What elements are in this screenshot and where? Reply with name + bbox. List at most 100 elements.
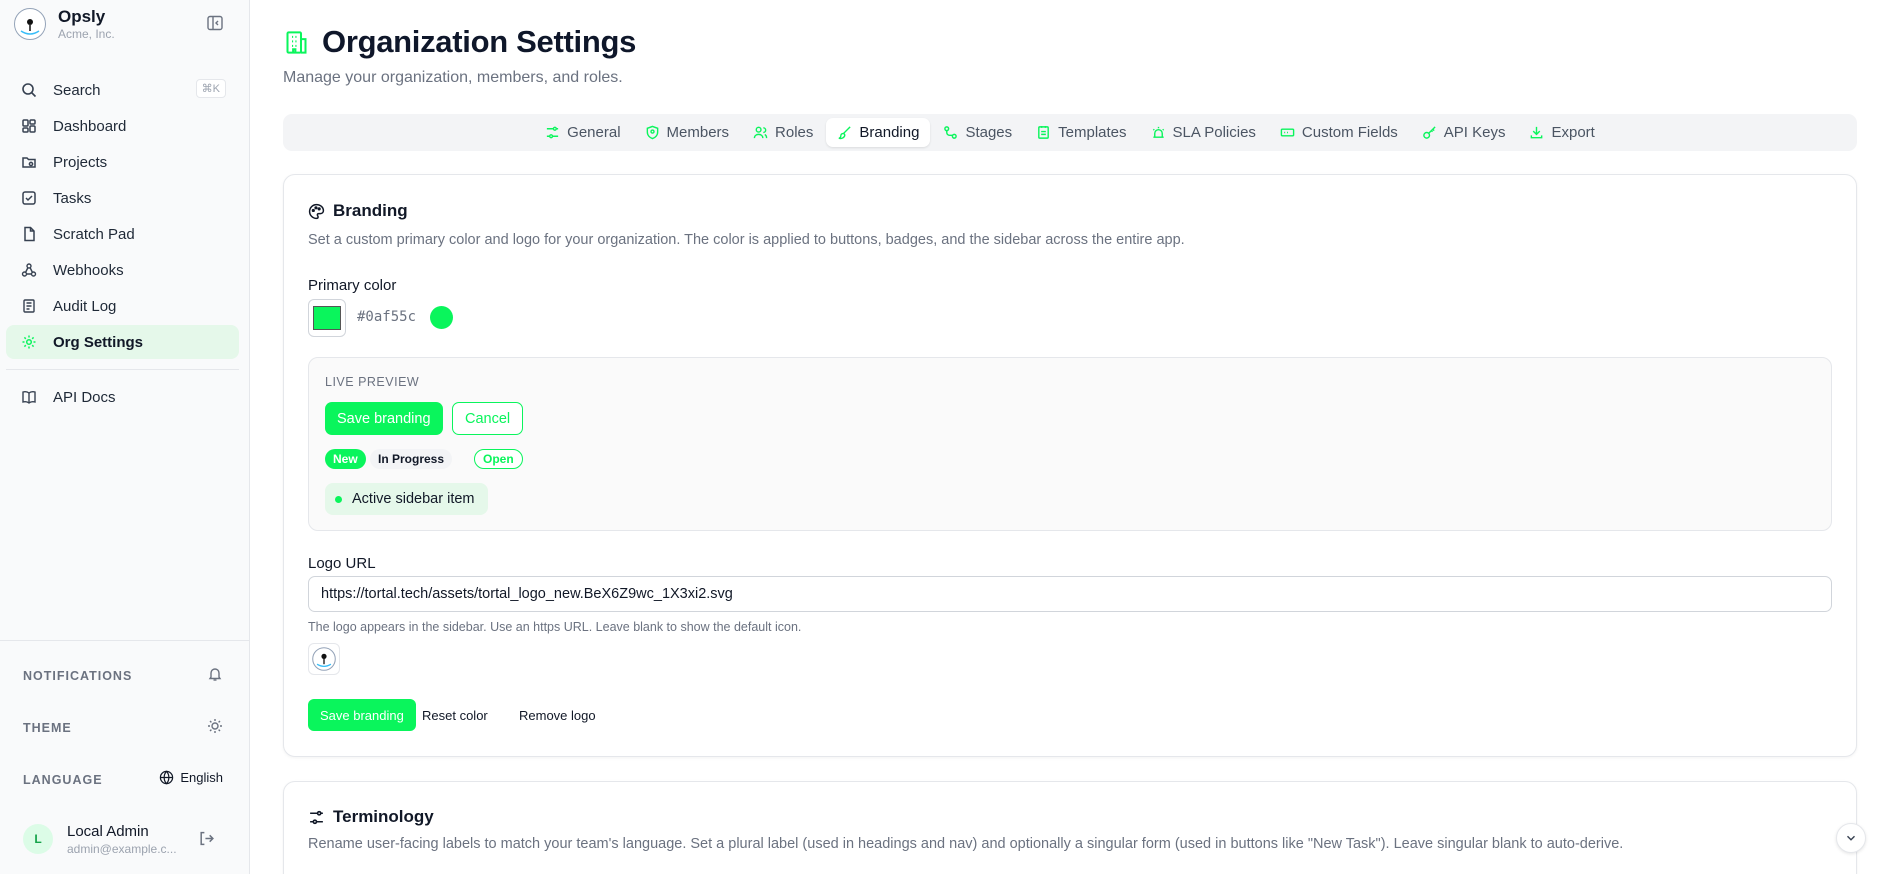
brand-logo-icon — [14, 8, 46, 40]
collapse-sidebar-icon[interactable] — [206, 14, 226, 34]
badge-in-progress: In Progress — [370, 449, 453, 469]
sidebar-item-scratch-pad[interactable]: Scratch Pad — [6, 217, 239, 251]
user-email: admin@example.c... — [67, 842, 177, 856]
preview-active-sidebar-item: Active sidebar item — [325, 483, 488, 515]
tab-label: Export — [1551, 124, 1595, 141]
color-picker[interactable] — [308, 299, 346, 337]
theme-label: THEME — [23, 721, 72, 735]
tab-label: SLA Policies — [1172, 124, 1256, 141]
sidebar-item-label: Projects — [53, 153, 108, 171]
language-select[interactable]: English — [159, 770, 223, 785]
download-icon — [1529, 125, 1544, 140]
key-icon — [1422, 125, 1437, 140]
tab-label: Stages — [965, 124, 1013, 141]
palette-icon — [308, 203, 325, 220]
active-dot — [335, 495, 342, 503]
tasks-icon — [19, 188, 39, 208]
bell-icon[interactable] — [207, 666, 223, 682]
shield-icon — [645, 125, 660, 140]
tab-templates[interactable]: Templates — [1025, 118, 1137, 147]
sidebar-item-projects[interactable]: Projects — [6, 145, 239, 179]
dashboard-icon — [19, 116, 39, 136]
branding-title: Branding — [333, 201, 408, 220]
tab-branding[interactable]: Branding — [826, 118, 931, 147]
tab-general[interactable]: General — [534, 118, 631, 147]
tab-label: General — [567, 124, 621, 141]
save-branding-button[interactable]: Save branding — [308, 699, 416, 731]
user-name: Local Admin — [67, 823, 149, 840]
alarm-icon — [1151, 125, 1166, 140]
sidebar-item-tasks[interactable]: Tasks — [6, 181, 239, 215]
sidebar-item-label: Dashboard — [53, 117, 127, 135]
input-field-icon — [1280, 125, 1295, 140]
live-preview-heading: LIVE PREVIEW — [325, 375, 420, 389]
stages-icon — [943, 125, 958, 140]
badge-open: Open — [474, 449, 523, 469]
tab-label: Members — [666, 124, 730, 141]
scroll-down-button[interactable] — [1836, 823, 1866, 853]
sidebar-item-label: Org Settings — [53, 333, 144, 351]
search-icon — [19, 80, 39, 100]
user-profile[interactable]: L Local Admin admin@example.c... — [23, 820, 233, 860]
brand[interactable]: Opsly Acme, Inc. — [14, 6, 236, 42]
sliders-icon — [308, 809, 325, 826]
tab-label: Roles — [775, 124, 814, 141]
sidebar-item-label: API Docs — [53, 388, 116, 406]
sidebar-item-audit-log[interactable]: Audit Log — [6, 289, 239, 323]
tab-custom-fields[interactable]: Custom Fields — [1269, 118, 1409, 147]
brand-name: Opsly — [58, 7, 106, 26]
tab-label: API Keys — [1443, 124, 1506, 141]
sidebar-item-webhooks[interactable]: Webhooks — [6, 253, 239, 287]
webhook-icon — [19, 260, 39, 280]
sidebar-item-search[interactable]: Search ⌘K — [6, 73, 239, 107]
avatar: L — [23, 824, 53, 854]
language-label: LANGUAGE — [23, 773, 103, 787]
sun-icon[interactable] — [207, 718, 223, 734]
tab-stages[interactable]: Stages — [932, 118, 1023, 147]
sidebar-item-label: Scratch Pad — [53, 225, 135, 243]
branding-card: Branding Set a custom primary color and … — [283, 174, 1857, 757]
main-content: Organization Settings Manage your organi… — [250, 0, 1888, 874]
page-header: Organization Settings — [283, 24, 636, 60]
tab-sla-policies[interactable]: SLA Policies — [1140, 118, 1267, 147]
page-title: Organization Settings — [322, 24, 637, 59]
reset-color-button[interactable]: Reset color — [412, 699, 498, 731]
building-icon — [283, 29, 310, 56]
brand-org: Acme, Inc. — [58, 27, 115, 41]
tab-label: Templates — [1058, 124, 1127, 141]
tab-export[interactable]: Export — [1518, 118, 1605, 147]
logo-preview — [308, 643, 340, 675]
nav-divider — [6, 369, 239, 370]
template-icon — [1036, 125, 1051, 140]
tab-members[interactable]: Members — [634, 118, 741, 147]
live-preview: LIVE PREVIEW Save branding Cancel New In… — [308, 357, 1832, 531]
preview-cancel-button[interactable]: Cancel — [452, 402, 524, 435]
sidebar-item-label: Webhooks — [53, 261, 124, 279]
sliders-icon — [545, 125, 560, 140]
users-icon — [753, 125, 768, 140]
search-shortcut: ⌘K — [195, 79, 226, 98]
terminology-description: Rename user-facing labels to match your … — [308, 836, 1624, 852]
active-item-label: Active sidebar item — [352, 491, 475, 507]
language-row: LANGUAGE English — [23, 768, 223, 792]
logo-hint: The logo appears in the sidebar. Use an … — [308, 620, 802, 634]
color-preview-dot — [430, 306, 453, 329]
tab-api-keys[interactable]: API Keys — [1411, 118, 1517, 147]
preview-save-button[interactable]: Save branding — [325, 402, 443, 435]
tab-roles[interactable]: Roles — [742, 118, 824, 147]
logo-url-input[interactable] — [308, 576, 1832, 612]
logo-preview-icon — [312, 647, 336, 671]
globe-icon — [159, 770, 174, 785]
color-hex-value: #0af55c — [357, 309, 417, 325]
gear-icon — [19, 332, 39, 352]
settings-tabs: General Members Roles Branding Stages Te… — [283, 114, 1857, 151]
brush-icon — [837, 125, 852, 140]
sidebar-item-dashboard[interactable]: Dashboard — [6, 109, 239, 143]
logout-icon[interactable] — [198, 830, 215, 852]
sidebar-item-org-settings[interactable]: Org Settings — [6, 325, 239, 359]
sidebar-item-api-docs[interactable]: API Docs — [6, 380, 239, 414]
audit-icon — [19, 296, 39, 316]
branding-heading: Branding — [308, 201, 408, 221]
remove-logo-button[interactable]: Remove logo — [509, 699, 606, 731]
book-icon — [19, 387, 39, 407]
